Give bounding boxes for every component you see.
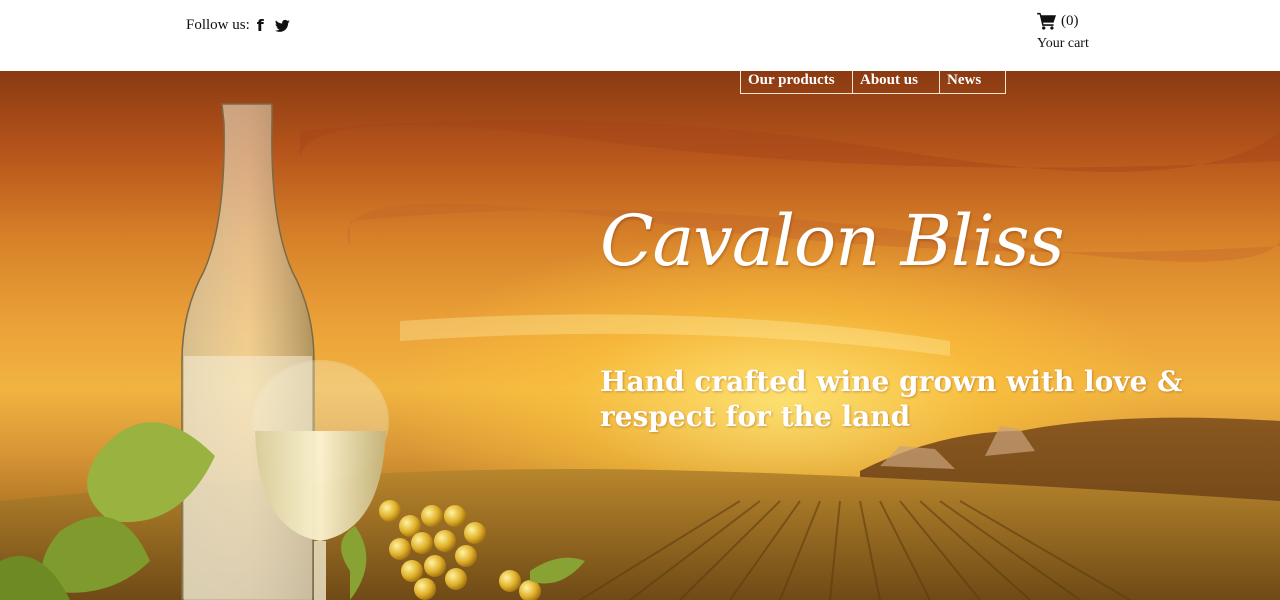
brand-title: Cavalon Bliss xyxy=(600,200,1064,282)
cart-label[interactable]: Your cart xyxy=(1037,36,1089,52)
cart-icon[interactable] xyxy=(1037,12,1057,30)
cart-count[interactable]: (0) xyxy=(1061,13,1079,30)
twitter-icon[interactable] xyxy=(274,19,290,33)
nav-about-us[interactable]: About us xyxy=(853,71,940,94)
nav-our-products[interactable]: Our products xyxy=(740,71,853,94)
main-nav: Our products About us News xyxy=(740,71,1006,94)
follow-label: Follow us: xyxy=(186,17,250,33)
cart-widget[interactable]: (0) Your cart xyxy=(1037,12,1089,52)
nav-news[interactable]: News xyxy=(940,71,1006,94)
hero-banner: Cavalon Bliss Hand crafted wine grown wi… xyxy=(0,71,1280,600)
hero-tagline: Hand crafted wine grown with love & resp… xyxy=(600,365,1183,433)
vineyard-scene-image xyxy=(0,103,1280,600)
top-header: Follow us: f (0) Your cart xyxy=(0,0,1280,71)
follow-us: Follow us: f xyxy=(186,16,290,35)
facebook-icon[interactable]: f xyxy=(257,16,264,35)
